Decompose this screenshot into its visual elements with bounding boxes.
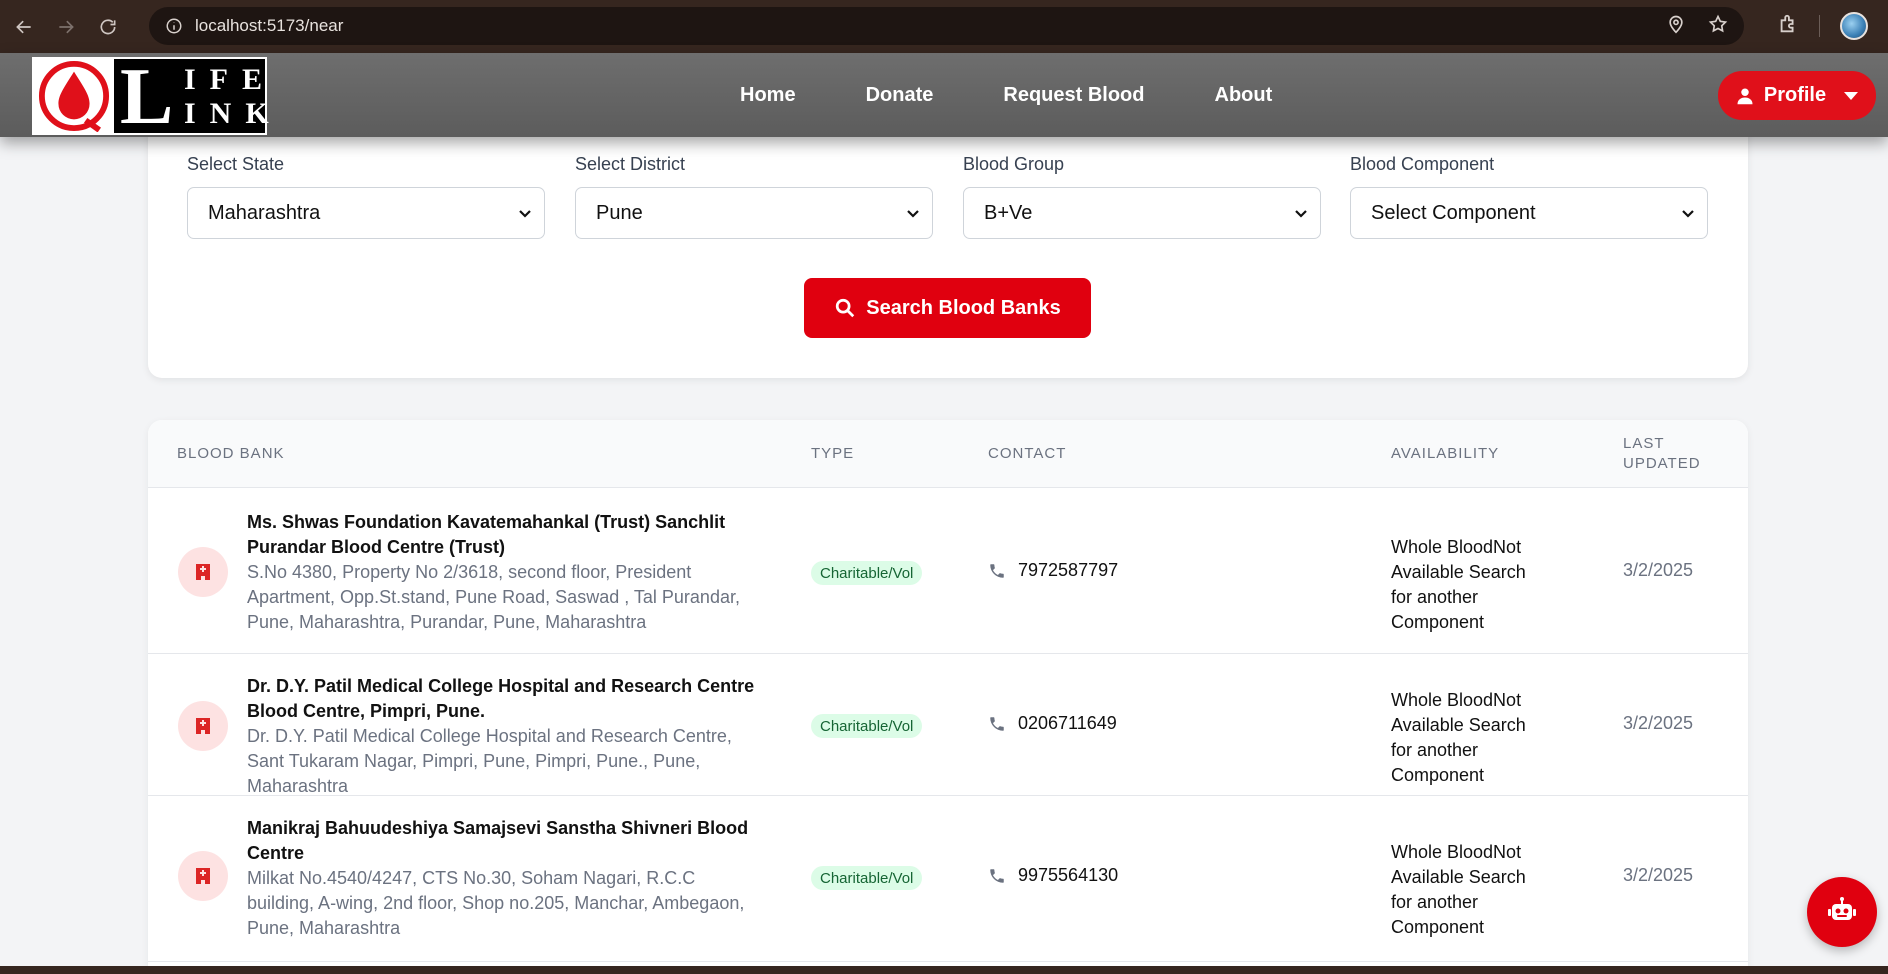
site-info-icon[interactable] — [159, 11, 189, 41]
district-select[interactable]: Pune — [575, 187, 933, 239]
district-label: Select District — [575, 154, 686, 174]
chevron-down-icon — [1295, 210, 1307, 218]
hospital-icon — [178, 547, 228, 597]
state-select[interactable]: Maharashtra — [187, 187, 545, 239]
profile-label: Profile — [1763, 84, 1827, 106]
availability-text: Whole BloodNot Available Search for anot… — [1391, 842, 1526, 937]
phone-icon — [990, 716, 1004, 731]
app-header: L IFE INK Home Donate Request Blood Abou… — [0, 53, 1888, 137]
table-row[interactable]: Dr. D.Y. Patil Medical College Hospital … — [148, 655, 1748, 796]
search-button-label: Search Blood Banks — [866, 296, 1061, 319]
back-icon[interactable] — [6, 9, 42, 45]
search-blood-banks-button[interactable]: Search Blood Banks — [804, 278, 1091, 338]
chevron-down-icon — [907, 210, 919, 218]
state-value: Maharashtra — [208, 201, 321, 224]
search-card: Select State Maharashtra Select District… — [148, 100, 1748, 378]
type-badge: Charitable/Vol — [811, 714, 923, 738]
state-field: Select State Maharashtra — [187, 154, 545, 239]
header-last-updated: LAST UPDATED — [1623, 435, 1701, 472]
profile-button[interactable]: Profile — [1718, 71, 1876, 120]
address-bar[interactable]: localhost:5173/near — [149, 7, 1744, 45]
browser-profile-avatar[interactable] — [1840, 12, 1868, 40]
results-table: BLOOD BANK TYPE CONTACT AVAILABILITY LAS… — [148, 420, 1748, 974]
logo-wordmark: L IFE INK — [120, 53, 283, 141]
table-row[interactable]: Ms. Shwas Foundation Kavatemahankal (Tru… — [148, 489, 1748, 654]
district-value: Pune — [596, 201, 643, 224]
header-contact: CONTACT — [988, 445, 1067, 462]
hospital-icon — [178, 851, 228, 901]
caret-down-icon — [1844, 91, 1859, 100]
contact-phone[interactable]: 9975564130 — [988, 865, 1118, 886]
extensions-icon[interactable] — [1777, 13, 1799, 40]
availability-text: Whole BloodNot Available Search for anot… — [1391, 537, 1526, 632]
table-header: BLOOD BANK TYPE CONTACT AVAILABILITY LAS… — [148, 420, 1748, 488]
chatbot-button[interactable] — [1807, 877, 1877, 947]
type-badge: Charitable/Vol — [811, 561, 923, 585]
nav-request-blood[interactable]: Request Blood — [1003, 84, 1144, 107]
type-badge: Charitable/Vol — [811, 866, 923, 890]
phone-icon — [990, 868, 1004, 883]
nav-home[interactable]: Home — [740, 84, 796, 107]
bank-address: S.No 4380, Property No 2/3618, second fl… — [247, 562, 740, 632]
bank-address: Dr. D.Y. Patil Medical College Hospital … — [247, 726, 732, 796]
district-field: Select District Pune — [575, 154, 933, 239]
bank-address: Milkat No.4540/4247, CTS No.30, Soham Na… — [247, 868, 745, 938]
component-label: Blood Component — [1350, 154, 1495, 174]
toolbar-divider — [1819, 15, 1820, 37]
component-value: Select Component — [1371, 201, 1536, 224]
bank-name: Dr. D.Y. Patil Medical College Hospital … — [247, 676, 755, 721]
last-updated: 3/2/2025 — [1623, 713, 1694, 733]
search-icon — [836, 298, 855, 318]
nav-about[interactable]: About — [1215, 84, 1273, 107]
component-field: Blood Component Select Component — [1350, 154, 1708, 239]
blood-group-value: B+Ve — [984, 201, 1033, 224]
lifelink-logo[interactable]: L IFE INK — [32, 53, 283, 141]
main-nav: Home Donate Request Blood About — [740, 53, 1272, 137]
last-updated: 3/2/2025 — [1623, 560, 1694, 580]
phone-number: 9975564130 — [1018, 865, 1119, 885]
phone-number: 0206711649 — [1018, 713, 1117, 733]
phone-number: 7972587797 — [1018, 560, 1119, 580]
availability-text: Whole BloodNot Available Search for anot… — [1391, 690, 1526, 785]
blood-group-select[interactable]: B+Ve — [963, 187, 1321, 239]
bookmark-star-icon[interactable] — [1708, 14, 1728, 39]
bank-name: Ms. Shwas Foundation Kavatemahankal (Tru… — [247, 512, 726, 557]
header-availability: AVAILABILITY — [1391, 445, 1500, 462]
bank-name: Manikraj Bahuudeshiya Samajsevi Sanstha … — [247, 818, 749, 863]
nav-donate[interactable]: Donate — [866, 84, 934, 107]
blood-drop-icon — [34, 59, 114, 133]
reload-icon[interactable] — [90, 9, 126, 45]
table-row[interactable]: Manikraj Bahuudeshiya Samajsevi Sanstha … — [148, 797, 1748, 962]
user-icon — [1737, 88, 1753, 104]
header-type: TYPE — [811, 445, 855, 462]
forward-icon[interactable] — [48, 9, 84, 45]
contact-phone[interactable]: 0206711649 — [988, 713, 1117, 734]
chevron-down-icon — [1682, 210, 1694, 218]
contact-phone[interactable]: 7972587797 — [988, 560, 1118, 581]
component-select[interactable]: Select Component — [1350, 187, 1708, 239]
location-icon[interactable] — [1666, 14, 1686, 39]
url-text: localhost:5173/near — [195, 16, 344, 35]
state-label: Select State — [187, 154, 285, 174]
robot-icon — [1828, 897, 1856, 920]
chevron-down-icon — [519, 210, 531, 218]
blood-group-field: Blood Group B+Ve — [963, 154, 1321, 239]
phone-icon — [990, 563, 1004, 578]
hospital-icon — [178, 701, 228, 751]
blood-group-label: Blood Group — [963, 154, 1065, 174]
last-updated: 3/2/2025 — [1623, 865, 1694, 885]
browser-toolbar: localhost:5173/near — [0, 0, 1888, 53]
taskbar-edge — [0, 966, 1888, 974]
header-blood-bank: BLOOD BANK — [177, 445, 285, 462]
